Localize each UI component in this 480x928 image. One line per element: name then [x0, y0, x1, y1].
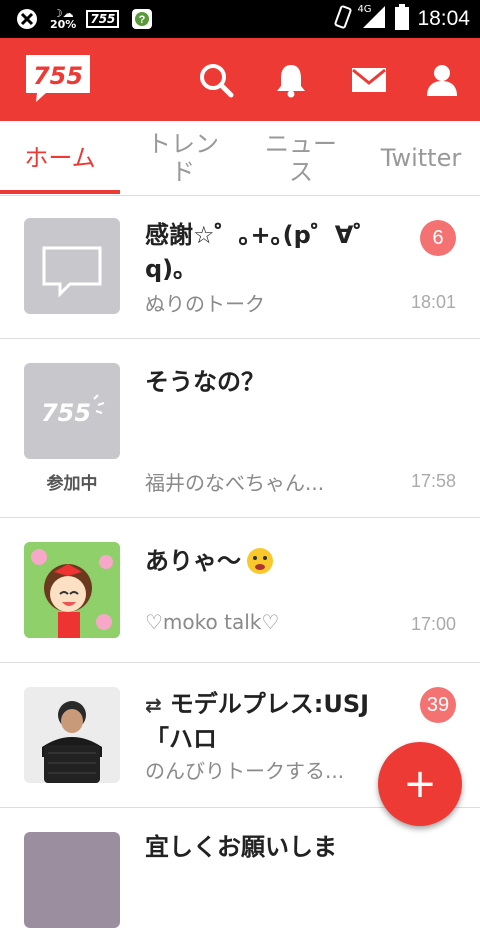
worried-face-emoji-icon [247, 548, 273, 574]
joined-label: 参加中 [46, 474, 98, 494]
755-logo[interactable]: 755 [24, 53, 92, 103]
unread-badge: 39 [420, 687, 456, 723]
tab-trend[interactable]: トレンド [138, 121, 228, 195]
svg-text:755: 755 [33, 62, 83, 90]
talk-title: そうなの？ [145, 368, 265, 396]
status-bar: ☽☁ 20% 755 ? 4G 18:04 [0, 0, 480, 38]
clock: 18:04 [417, 7, 470, 30]
talk-time: 17:00 [410, 614, 456, 634]
talk-row[interactable]: ありゃ〜 ♡moko talk♡ 17:00 [0, 518, 480, 663]
talk-title-wrap: ありゃ〜 [145, 544, 400, 578]
talk-photo-thumbnail [24, 542, 120, 638]
search-icon[interactable] [198, 62, 234, 98]
tab-news[interactable]: ニュース [256, 121, 346, 195]
new-talk-button[interactable]: + [378, 742, 462, 826]
talk-owner: 福井のなべちゃん... [145, 471, 325, 495]
weather-icon: ☽☁ 20% [50, 7, 77, 31]
talk-owner: ぬりのトーク [145, 292, 265, 316]
app-755-status-icon: 755 [86, 10, 120, 28]
talk-photo-thumbnail [24, 832, 120, 928]
tab-bar: ホーム トレンド ニュース Twitter [0, 121, 480, 196]
talk-owner: ♡moko talk♡ [145, 610, 280, 634]
talk-title-wrap: ⇄ モデルプレス:USJ「ハロ [145, 687, 400, 756]
battery-icon [395, 4, 410, 34]
speech-bubble-icon [42, 246, 102, 298]
bell-icon[interactable] [273, 62, 309, 98]
talk-755-thumbnail: 755 [24, 363, 120, 459]
user-icon[interactable] [424, 62, 460, 98]
talk-photo-thumbnail [24, 687, 120, 783]
talk-title: モデルプレス:USJ「ハロ [145, 690, 370, 753]
svg-text:?: ? [139, 14, 146, 26]
help-icon: ? [129, 6, 155, 32]
talk-row[interactable]: 感謝☆゜｡+｡(p゜∀゜q)｡ ぬりのトーク 6 18:01 [0, 196, 480, 339]
talk-title: 感謝☆゜｡+｡(p゜∀゜q)｡ [145, 221, 378, 283]
talk-time: 17:58 [410, 471, 456, 491]
talk-placeholder-thumbnail [24, 218, 120, 314]
talk-row[interactable]: 755 参加中 そうなの？ 福井のなべちゃん... 17:58 [0, 339, 480, 518]
signal-icon: 4G [357, 4, 387, 34]
app-header: 755 [0, 38, 480, 121]
svg-text:755: 755 [41, 399, 91, 427]
talk-time: 18:01 [410, 292, 456, 312]
mail-icon[interactable] [350, 62, 386, 98]
tab-home[interactable]: ホーム [0, 121, 120, 195]
active-tab-indicator [0, 190, 120, 194]
talk-owner: のんびりトークする... [145, 759, 345, 783]
talk-title: ありゃ〜 [145, 547, 241, 575]
vibrate-icon [333, 5, 353, 33]
unread-badge: 6 [420, 220, 456, 256]
repost-icon: ⇄ [145, 693, 162, 717]
app-notification-icon [14, 6, 40, 32]
talk-title: 宜しくお願いしま [145, 833, 337, 861]
tab-twitter[interactable]: Twitter [370, 121, 472, 195]
